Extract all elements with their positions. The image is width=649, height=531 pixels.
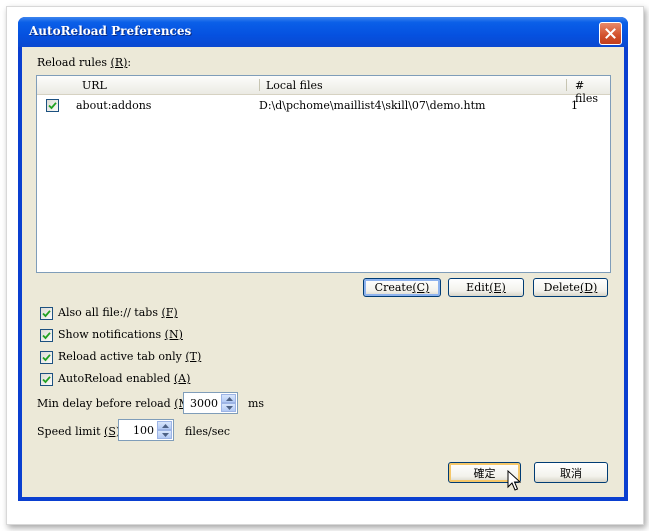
min-delay-label: Min delay before reload (M): — [37, 397, 198, 410]
title-bar[interactable]: AutoReload Preferences — [18, 17, 628, 47]
mouse-cursor-icon — [507, 470, 521, 491]
checkmark-icon — [42, 310, 51, 318]
column-separator[interactable] — [566, 79, 567, 91]
window-title: AutoReload Preferences — [29, 24, 192, 38]
min-delay-value[interactable]: 3000 — [190, 397, 218, 410]
create-button[interactable]: Create (C) — [363, 278, 441, 297]
chevron-down-icon — [226, 406, 233, 410]
column-header-url[interactable]: URL — [82, 79, 107, 92]
close-button[interactable] — [599, 22, 622, 45]
file-tabs-checkbox[interactable] — [40, 307, 53, 320]
notifications-checkbox[interactable] — [40, 329, 53, 342]
preferences-dialog: AutoReload Preferences Reload rules (R):… — [18, 17, 628, 501]
delete-button-label: Delete — [543, 281, 580, 294]
table-row[interactable]: about:addons D:\d\pchome\maillist4\skill… — [37, 96, 610, 114]
edit-button[interactable]: Edit (E) — [448, 278, 524, 297]
rule-file-count: 1 — [571, 99, 578, 112]
min-delay-unit: ms — [248, 397, 265, 410]
min-delay-spin-buttons — [221, 394, 236, 412]
rule-local-file: D:\d\pchome\maillist4\skill\07\demo.htm — [259, 99, 486, 112]
speed-limit-unit: files/sec — [185, 425, 231, 438]
active-tab-label[interactable]: Reload active tab only (T) — [58, 350, 201, 363]
chevron-up-icon — [226, 397, 233, 401]
speed-limit-spin-buttons — [157, 421, 172, 439]
speed-limit-label: Speed limit (S): — [37, 425, 124, 438]
edit-button-label: Edit — [466, 281, 490, 294]
min-delay-down-button[interactable] — [221, 403, 236, 412]
chevron-up-icon — [162, 424, 169, 428]
column-header-local-files[interactable]: Local files — [266, 79, 323, 92]
speed-limit-value[interactable]: 100 — [133, 424, 154, 437]
delete-button[interactable]: Delete (D) — [533, 278, 608, 297]
checkmark-icon — [42, 332, 51, 340]
rule-enabled-checkbox[interactable] — [46, 99, 59, 112]
close-icon — [605, 28, 616, 39]
min-delay-up-button[interactable] — [221, 394, 236, 403]
column-separator[interactable] — [259, 79, 260, 91]
checkmark-icon — [48, 102, 57, 110]
reload-rules-list[interactable]: URL Local files # files about:addons D:\… — [36, 75, 611, 273]
create-button-label: Create — [374, 281, 413, 294]
checkmark-icon — [42, 354, 51, 362]
active-tab-checkbox[interactable] — [40, 351, 53, 364]
list-header: URL Local files # files — [37, 76, 610, 105]
dialog-body: Reload rules (R): URL Local files # file… — [22, 47, 624, 497]
rule-url: about:addons — [76, 99, 152, 112]
speed-limit-stepper[interactable]: 100 — [118, 419, 174, 441]
file-tabs-label[interactable]: Also all file:// tabs (F) — [58, 306, 178, 319]
min-delay-stepper[interactable]: 3000 — [183, 392, 238, 414]
checkmark-icon — [42, 376, 51, 384]
cancel-button[interactable]: 取消 — [534, 462, 608, 483]
speed-limit-down-button[interactable] — [157, 430, 172, 439]
chevron-down-icon — [162, 433, 169, 437]
notifications-label[interactable]: Show notifications (N) — [58, 328, 183, 341]
autoreload-enabled-checkbox[interactable] — [40, 373, 53, 386]
speed-limit-up-button[interactable] — [157, 421, 172, 430]
autoreload-enabled-label[interactable]: AutoReload enabled (A) — [58, 372, 190, 385]
reload-rules-label: Reload rules (R): — [37, 56, 132, 69]
